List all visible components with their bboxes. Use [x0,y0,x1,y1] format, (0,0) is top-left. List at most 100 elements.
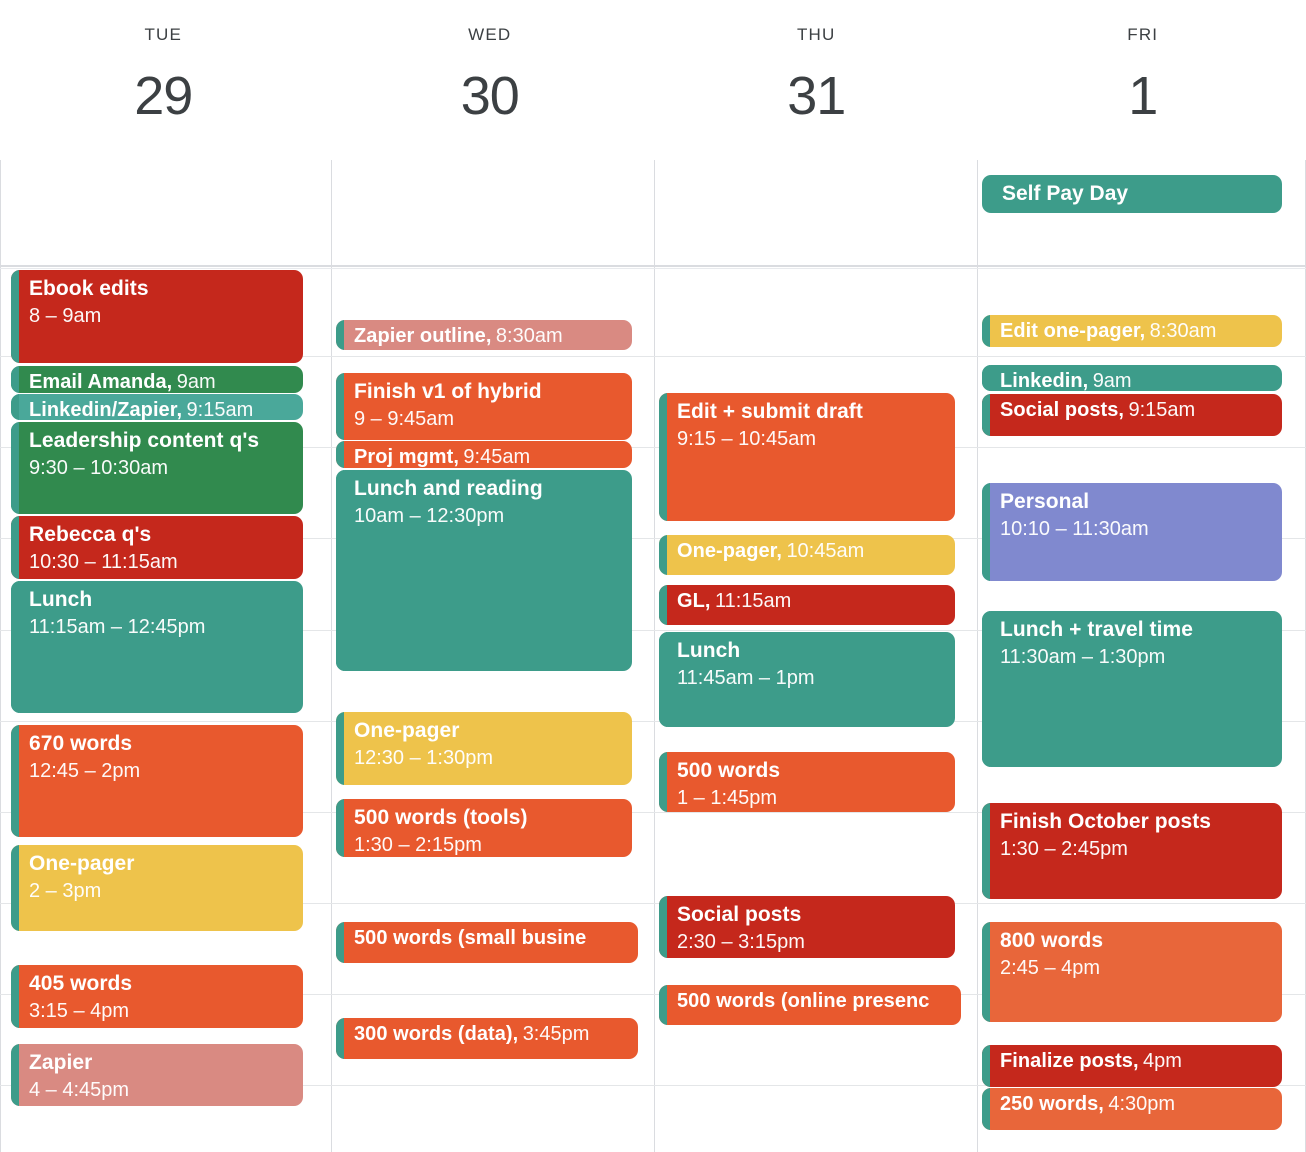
event-time: 9:45am [463,446,531,468]
event-time: 9:15am [1128,399,1196,421]
event-title: 500 words (small busine [354,927,587,949]
calendar-event[interactable]: Edit + submit draft 9:15 – 10:45am [659,393,955,521]
calendar-event[interactable]: Zapier 4 – 4:45pm [11,1044,303,1106]
calendar-event[interactable]: 500 words (small busine [336,922,638,963]
event-time: 2 – 3pm [29,880,102,903]
event-title: Ebook edits [29,277,149,300]
event-time: 10am – 12:30pm [354,505,505,528]
event-title: Zapier outline, [354,325,492,347]
event-time: 9am [176,371,216,393]
day-header-fri[interactable]: FRI 1 [980,0,1306,160]
day-name-label: WED [468,25,512,44]
day-name-label: TUE [144,25,183,44]
event-time: 11:15am – 12:45pm [29,616,206,639]
calendar-event[interactable]: Social posts 2:30 – 3:15pm [659,896,955,958]
event-title: One-pager [354,719,460,742]
week-calendar: TUE 29 WED 30 THU 31 FRI 1 Ebook edits 8 – 9am Em… [0,0,1306,1152]
event-title: Lunch [29,588,93,611]
event-time: 4 – 4:45pm [29,1079,130,1102]
event-title: One-pager, [677,540,782,562]
calendar-event[interactable]: 500 words 1 – 1:45pm [659,752,955,812]
calendar-event[interactable]: Leadership content q's 9:30 – 10:30am [11,422,303,514]
event-time: 9:15am [186,399,254,420]
event-title: GL, [677,590,711,612]
calendar-event[interactable]: 300 words (data), 3:45pm [336,1018,638,1059]
day-column-thu[interactable]: Edit + submit draft 9:15 – 10:45am One-pag… [654,160,977,1152]
calendar-event[interactable]: One-pager 12:30 – 1:30pm [336,712,632,785]
calendar-event[interactable]: One-pager, 10:45am [659,535,955,575]
calendar-event[interactable]: GL, 11:15am [659,585,955,625]
calendar-event[interactable]: 500 words (online presenc [659,985,961,1025]
day-column-fri[interactable]: Self Pay Day Edit one-pager, 8:30am Linked… [977,160,1306,1152]
calendar-event[interactable]: Finish v1 of hybrid 9 – 9:45am [336,373,632,440]
event-title: Email Amanda, [29,371,173,393]
event-title: 500 words (online presenc [677,990,930,1012]
event-title: 250 words, [1000,1093,1104,1115]
event-title: Lunch + travel time [1000,618,1193,641]
event-time: 9:30 – 10:30am [29,457,168,480]
event-title: One-pager [29,852,135,875]
event-time: 8:30am [1149,320,1217,342]
day-number-label[interactable]: 29 [0,69,327,123]
calendar-event[interactable]: 250 words, 4:30pm [982,1088,1282,1130]
calendar-event[interactable]: 500 words (tools) 1:30 – 2:15pm [336,799,632,857]
calendar-event[interactable]: Social posts, 9:15am [982,394,1282,436]
calendar-columns: Ebook edits 8 – 9am Email Amanda, 9am Linke… [0,160,1306,1152]
calendar-event[interactable]: 405 words 3:15 – 4pm [11,965,303,1028]
day-header-wed[interactable]: WED 30 [327,0,654,160]
calendar-event[interactable]: Lunch + travel time 11:30am – 1:30pm [982,611,1282,767]
event-title: Social posts, [1000,399,1125,421]
event-time: 11:45am – 1pm [677,667,815,690]
event-title: Leadership content q's [29,429,260,452]
event-title: 405 words [29,972,133,995]
day-column-wed[interactable]: Zapier outline, 8:30am Finish v1 of hybri… [331,160,654,1152]
calendar-event[interactable]: 670 words 12:45 – 2pm [11,725,303,837]
event-time: 10:30 – 11:15am [29,551,178,574]
event-time: 8:30am [495,325,563,347]
day-header-thu[interactable]: THU 31 [653,0,980,160]
event-time: 11:15am [714,590,792,612]
event-time: 1:30 – 2:45pm [1000,838,1128,861]
event-time: 9 – 9:45am [354,408,455,431]
event-time: 3:45pm [522,1023,590,1045]
calendar-event[interactable]: One-pager 2 – 3pm [11,845,303,931]
calendar-event[interactable]: Lunch 11:15am – 12:45pm [11,581,303,713]
calendar-event[interactable]: Proj mgmt, 9:45am [336,441,632,468]
event-time: 9:15 – 10:45am [677,428,816,451]
calendar-event[interactable]: Personal 10:10 – 11:30am [982,483,1282,581]
event-title: Personal [1000,490,1090,513]
event-title: Proj mgmt, [354,446,459,468]
calendar-event[interactable]: Edit one-pager, 8:30am [982,315,1282,347]
calendar-event[interactable]: Zapier outline, 8:30am [336,320,632,350]
event-title: Finish October posts [1000,810,1212,833]
day-column-tue[interactable]: Ebook edits 8 – 9am Email Amanda, 9am Linke… [0,160,331,1152]
event-title: Linkedin/Zapier, [29,399,183,420]
day-number-label[interactable]: 1 [980,69,1306,123]
calendar-event[interactable]: Linkedin/Zapier, 9:15am [11,394,303,420]
all-day-event[interactable]: Self Pay Day [982,175,1282,213]
calendar-event[interactable]: Ebook edits 8 – 9am [11,270,303,363]
event-time: 12:45 – 2pm [29,760,141,783]
event-time: 4pm [1143,1050,1182,1072]
event-time: 8 – 9am [29,305,102,328]
calendar-event[interactable]: Linkedin, 9am [982,365,1282,391]
event-title: 500 words [677,759,781,782]
day-header-tue[interactable]: TUE 29 [0,0,327,160]
calendar-event[interactable]: Lunch 11:45am – 1pm [659,632,955,727]
event-title: Finalize posts, [1000,1050,1139,1072]
event-time: 10:45am [786,540,865,562]
event-title: Edit one-pager, [1000,320,1146,342]
day-number-label[interactable]: 31 [653,69,980,123]
event-title: 300 words (data), [354,1023,519,1045]
event-title: 800 words [1000,929,1104,952]
calendar-event[interactable]: Lunch and reading 10am – 12:30pm [336,470,632,671]
calendar-event[interactable]: 800 words 2:45 – 4pm [982,922,1282,1022]
calendar-event[interactable]: Email Amanda, 9am [11,366,303,393]
calendar-event[interactable]: Finalize posts, 4pm [982,1045,1282,1087]
event-time: 2:45 – 4pm [1000,957,1101,980]
day-number-label[interactable]: 30 [327,69,654,123]
event-time: 2:30 – 3:15pm [677,931,805,954]
event-title: Lunch [677,639,741,662]
calendar-event[interactable]: Rebecca q's 10:30 – 11:15am [11,516,303,579]
calendar-event[interactable]: Finish October posts 1:30 – 2:45pm [982,803,1282,899]
